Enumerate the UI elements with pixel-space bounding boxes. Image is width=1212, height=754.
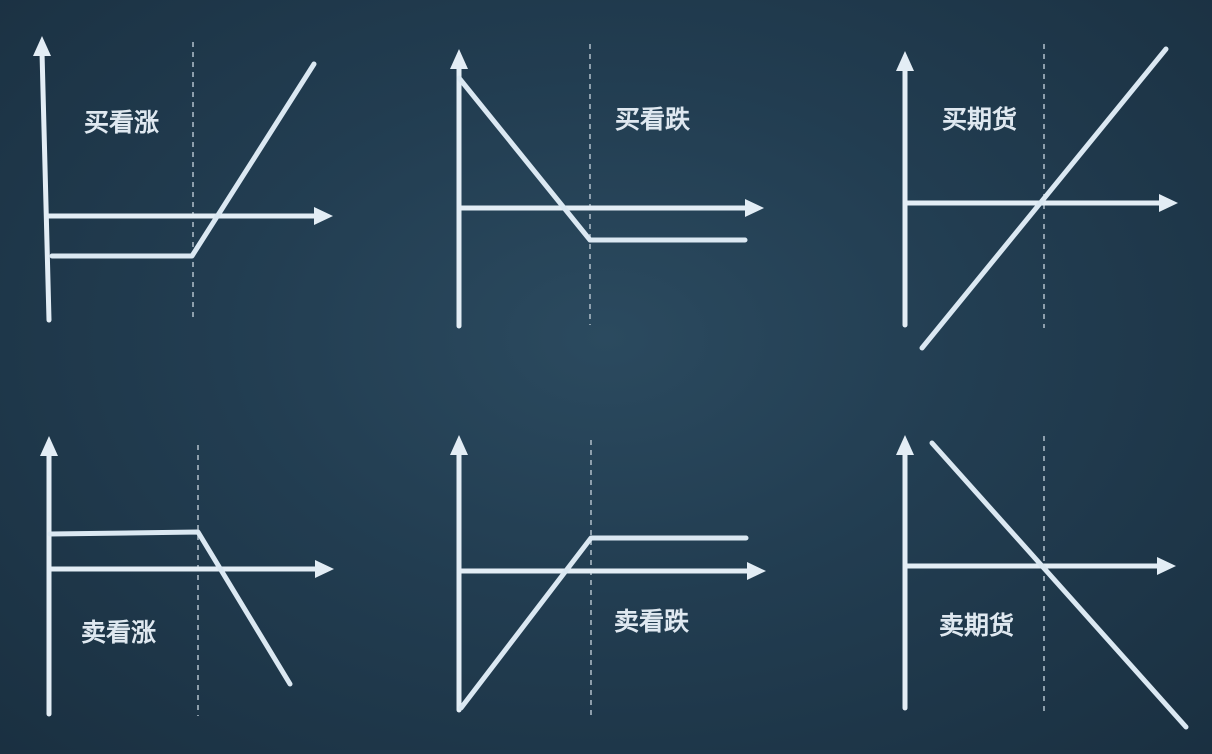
payoff-line bbox=[929, 440, 1189, 730]
panel-label: 买看涨 bbox=[84, 108, 159, 137]
y-axis bbox=[39, 49, 52, 323]
y-axis-arrowhead bbox=[896, 51, 914, 71]
y-axis-arrowhead bbox=[450, 49, 468, 69]
x-axis-arrowhead bbox=[1159, 194, 1178, 212]
panel-label: 买看跌 bbox=[615, 105, 690, 134]
y-axis-arrowhead bbox=[896, 435, 914, 455]
panel-buy-put: 买看跌 bbox=[450, 44, 764, 329]
payoff-line bbox=[456, 75, 748, 243]
payoff-line bbox=[919, 46, 1169, 351]
x-axis-arrowhead bbox=[315, 560, 334, 578]
x-axis-arrowhead bbox=[745, 199, 764, 217]
panel-buy-call: 买看涨 bbox=[33, 36, 333, 323]
panel-sell-call: 卖看涨 bbox=[40, 436, 334, 717]
payoff-line bbox=[458, 535, 749, 711]
panel-buy-futures: 买期货 bbox=[896, 44, 1178, 351]
y-axis-arrowhead bbox=[33, 36, 51, 56]
panel-label: 卖看涨 bbox=[81, 618, 156, 647]
panel-sell-futures: 卖期货 bbox=[896, 435, 1189, 730]
panel-sell-put: 卖看跌 bbox=[450, 435, 766, 718]
payoff-diagrams-svg: 买看涨 买看跌 买期货 卖看涨 卖看跌 卖期货 bbox=[33, 36, 1189, 730]
x-axis-arrowhead bbox=[1157, 557, 1176, 575]
payoff-line bbox=[47, 529, 293, 687]
y-axis-arrowhead bbox=[40, 436, 58, 456]
panel-label: 买期货 bbox=[942, 105, 1017, 134]
payoff-diagrams-board: 买看涨 买看跌 买期货 卖看涨 卖看跌 卖期货 bbox=[0, 0, 1212, 750]
x-axis-arrowhead bbox=[747, 562, 766, 580]
payoff-line bbox=[49, 61, 317, 259]
panel-label: 卖期货 bbox=[939, 611, 1014, 640]
x-axis-arrowhead bbox=[314, 207, 333, 225]
panel-label: 卖看跌 bbox=[614, 607, 689, 636]
y-axis-arrowhead bbox=[450, 435, 468, 455]
